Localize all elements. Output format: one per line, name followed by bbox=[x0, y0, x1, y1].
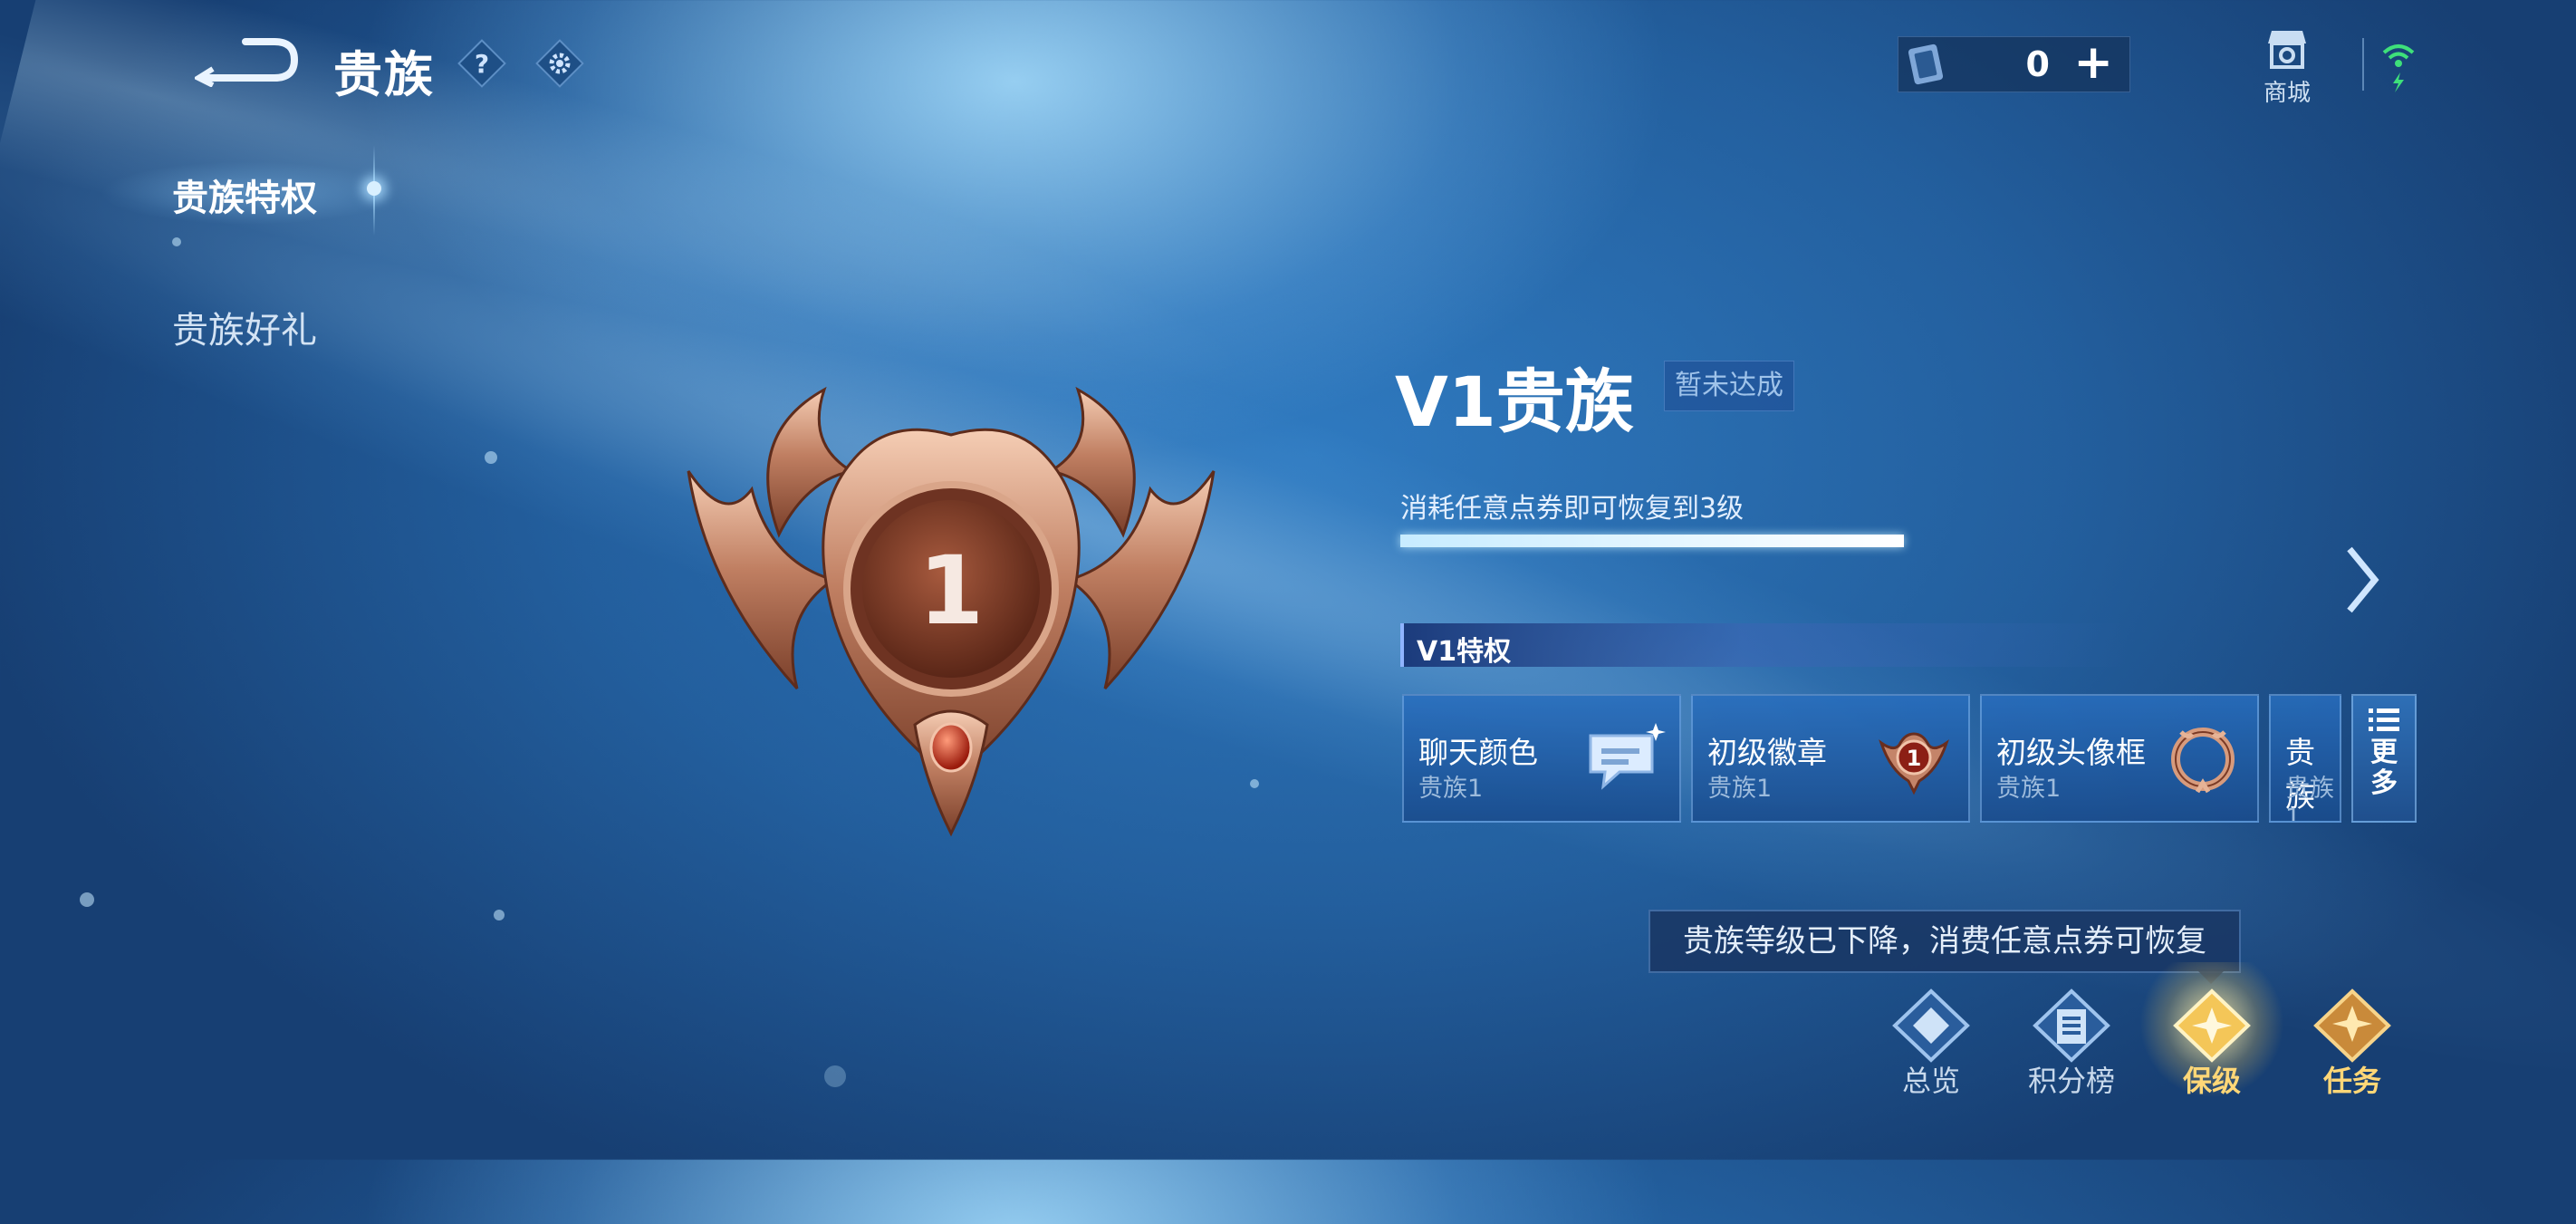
coupon-balance: 0 + bbox=[1898, 36, 2130, 92]
privilege-name: 初级徽章 bbox=[1707, 735, 1827, 770]
avatar-frame-icon bbox=[2171, 728, 2235, 794]
sparkle bbox=[1250, 779, 1259, 788]
page-title: 贵族 bbox=[333, 46, 435, 103]
overview-icon bbox=[1892, 988, 1970, 1063]
tab-leaderboard[interactable]: 积分榜 bbox=[2017, 986, 2126, 1104]
privilege-name: 聊天颜色 bbox=[1418, 735, 1538, 770]
badge-icon: 1 bbox=[1879, 732, 1949, 795]
level-progress-bar bbox=[1400, 535, 1904, 547]
v1-noble-emblem: 1 bbox=[687, 386, 1216, 837]
nav-active-dot bbox=[367, 181, 381, 196]
sparkle bbox=[824, 1065, 846, 1087]
wifi-icon bbox=[2382, 44, 2415, 92]
tab-label: 任务 bbox=[2322, 1064, 2381, 1098]
nav-item-gifts[interactable]: 贵族好礼 bbox=[172, 301, 317, 353]
network-status bbox=[2380, 36, 2417, 100]
coupon-amount: 0 bbox=[2025, 44, 2050, 84]
privileges-title: V1特权 bbox=[1417, 636, 1512, 668]
leaderboard-icon bbox=[2033, 988, 2110, 1063]
restore-hint: 消耗任意点券即可恢复到3级 bbox=[1400, 493, 1745, 525]
privileges-header: V1特权 bbox=[1400, 623, 2369, 668]
privilege-level: 贵族1 bbox=[2285, 775, 2334, 823]
shop-label: 商城 bbox=[2263, 80, 2311, 107]
back-arrow-icon bbox=[192, 38, 299, 88]
keep-level-icon bbox=[2173, 988, 2251, 1063]
privilege-level: 贵族1 bbox=[1996, 775, 2062, 803]
tab-overview[interactable]: 总览 bbox=[1877, 986, 1985, 1104]
privilege-card-chat-color[interactable]: 聊天颜色 贵族1 bbox=[1402, 694, 1681, 823]
divider bbox=[2362, 38, 2364, 91]
level-title: V1贵族 bbox=[1395, 361, 1634, 442]
sparkle bbox=[80, 892, 94, 907]
status-badge: 暂未达成 bbox=[1664, 361, 1794, 411]
privilege-card-partial[interactable]: 贵族 贵族1 bbox=[2269, 694, 2341, 823]
svg-text:1: 1 bbox=[1907, 746, 1922, 771]
tab-keep-level[interactable]: 保级 bbox=[2139, 962, 2284, 1104]
tab-label: 总览 bbox=[1901, 1064, 1960, 1098]
chat-bubble-icon bbox=[1589, 723, 1666, 790]
shop-icon bbox=[2268, 31, 2306, 69]
gear-icon bbox=[549, 53, 571, 74]
privilege-card-avatar-frame[interactable]: 初级头像框 贵族1 bbox=[1980, 694, 2259, 823]
privilege-level: 贵族1 bbox=[1707, 775, 1773, 803]
privilege-level: 贵族1 bbox=[1418, 775, 1484, 803]
tab-label: 保级 bbox=[2182, 1064, 2241, 1098]
more-label-line2: 多 bbox=[2370, 767, 2398, 799]
sparkle bbox=[485, 451, 497, 464]
question-icon: ? bbox=[474, 48, 490, 79]
back-button[interactable] bbox=[192, 33, 299, 88]
tasks-icon bbox=[2313, 988, 2391, 1063]
tab-tasks[interactable]: 任务 bbox=[2298, 986, 2407, 1104]
shop-button[interactable]: 商城 bbox=[2255, 24, 2319, 108]
settings-button[interactable] bbox=[535, 39, 584, 88]
more-label-line1: 更 bbox=[2370, 737, 2398, 768]
level-progress-fill bbox=[1400, 535, 1904, 547]
help-button[interactable]: ? bbox=[457, 39, 506, 88]
emblem-level-number: 1 bbox=[918, 535, 984, 646]
sparkle bbox=[494, 910, 505, 920]
sparkle bbox=[172, 237, 181, 246]
nav-item-privileges[interactable]: 贵族特权 bbox=[172, 169, 317, 221]
tab-label: 积分榜 bbox=[2027, 1064, 2115, 1098]
coupon-icon bbox=[1908, 43, 1944, 85]
add-coupon-button[interactable]: + bbox=[2073, 39, 2113, 86]
list-icon bbox=[2369, 708, 2399, 731]
privilege-card-badge[interactable]: 初级徽章 贵族1 1 bbox=[1691, 694, 1970, 823]
more-privileges-button[interactable]: 更 多 bbox=[2351, 694, 2417, 823]
next-level-chevron-icon[interactable] bbox=[2344, 544, 2380, 616]
privilege-name: 初级头像框 bbox=[1996, 735, 2146, 770]
